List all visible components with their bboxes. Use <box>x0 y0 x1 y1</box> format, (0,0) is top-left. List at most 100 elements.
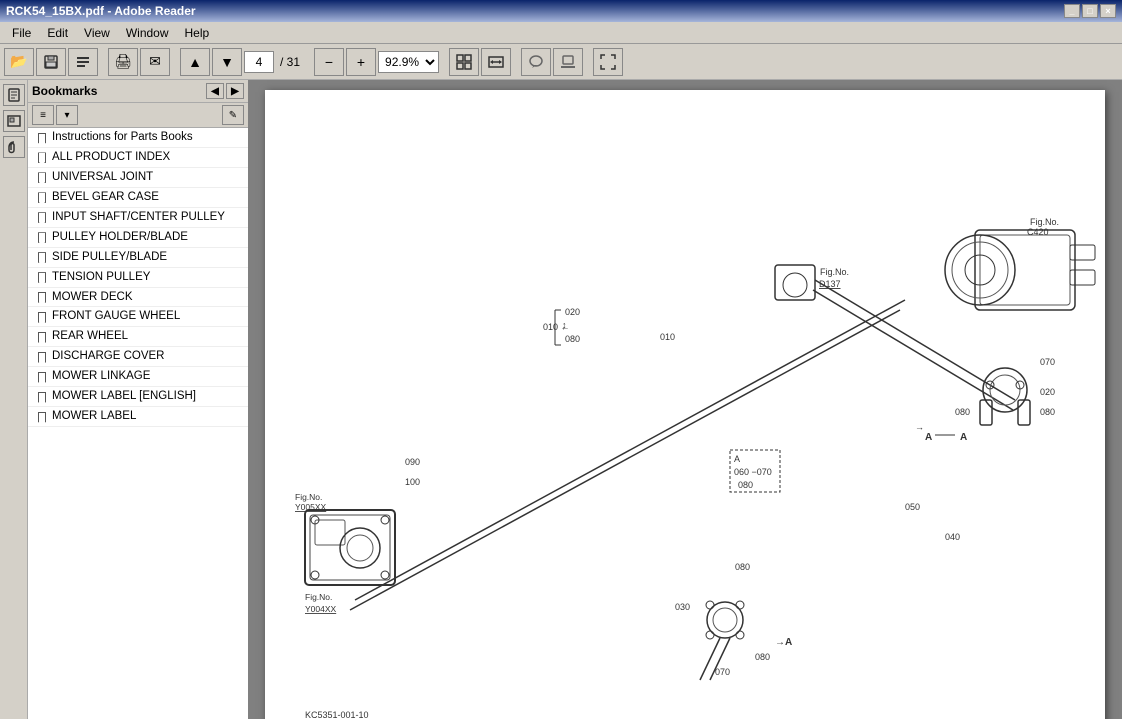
bookmarks-panel: Bookmarks ◀ ▶ ≡ ▾ ✎ Instructions for Par… <box>28 80 248 719</box>
bookmarks-title: Bookmarks <box>32 84 97 98</box>
bookmark-item-mower-label-en[interactable]: MOWER LABEL [ENGLISH] <box>28 387 248 407</box>
window-controls[interactable]: _ □ × <box>1064 4 1116 18</box>
bookmarks-collapse-button[interactable]: ◀ <box>206 83 224 99</box>
fit-width-button[interactable] <box>481 48 511 76</box>
bookmark-icon <box>36 212 48 224</box>
svg-text:→: → <box>915 422 924 432</box>
menu-file[interactable]: File <box>4 24 39 42</box>
bookmark-item-tension-pulley[interactable]: TENSION PULLEY <box>28 268 248 288</box>
fit-page-button[interactable] <box>449 48 479 76</box>
bookmark-item-universal-joint[interactable]: UNIVERSAL JOINT <box>28 168 248 188</box>
pdf-caption-text: KC5351-001-10 <box>305 710 369 719</box>
close-button[interactable]: × <box>1100 4 1116 18</box>
bookmark-icon <box>36 132 48 144</box>
svg-text:050: 050 <box>905 502 920 512</box>
bookmark-icon <box>36 351 48 363</box>
bookmark-item-bevel-gear[interactable]: BEVEL GEAR CASE <box>28 188 248 208</box>
print-button[interactable]: 🖨 <box>108 48 138 76</box>
svg-text:020: 020 <box>565 307 580 317</box>
svg-text:070: 070 <box>715 667 730 677</box>
minimize-button[interactable]: _ <box>1064 4 1080 18</box>
bookmark-icon <box>36 292 48 304</box>
svg-text:Fig.No.: Fig.No. <box>295 492 322 502</box>
svg-text:080: 080 <box>735 562 750 572</box>
pdf-display-area[interactable]: Fig.No. C420 Fig.No. D137 010 020 ↕ 080 <box>248 80 1122 719</box>
save-button[interactable] <box>36 48 66 76</box>
zoom-out-button[interactable]: − <box>314 48 344 76</box>
sidebar-icon-attachments[interactable] <box>3 136 25 158</box>
zoom-select[interactable]: 92.9% 50% 75% 100% 125% <box>378 51 439 73</box>
open-button[interactable]: 📂 <box>4 48 34 76</box>
bookmark-item-front-gauge[interactable]: FRONT GAUGE WHEEL <box>28 307 248 327</box>
svg-text:020: 020 <box>1040 387 1055 397</box>
bookmarks-list: Instructions for Parts Books ALL PRODUCT… <box>28 128 248 719</box>
svg-text:030: 030 <box>675 602 690 612</box>
svg-text:080: 080 <box>1040 407 1055 417</box>
svg-text:010: 010 <box>660 332 675 342</box>
svg-text:A: A <box>925 432 932 443</box>
menu-window[interactable]: Window <box>118 24 177 42</box>
svg-text:080: 080 <box>738 480 753 490</box>
bookmark-item-mower-deck[interactable]: MOWER DECK <box>28 288 248 308</box>
bookmark-icon <box>36 172 48 184</box>
main-area: Bookmarks ◀ ▶ ≡ ▾ ✎ Instructions for Par… <box>0 80 1122 719</box>
page-input[interactable] <box>244 51 274 73</box>
svg-text:080: 080 <box>565 334 580 344</box>
svg-text:C420: C420 <box>1027 227 1049 237</box>
bookmark-icon <box>36 272 48 284</box>
svg-text:Fig.No.: Fig.No. <box>305 592 332 602</box>
svg-text:D137: D137 <box>819 279 841 289</box>
page-total: / 31 <box>276 55 304 69</box>
pdf-page: Fig.No. C420 Fig.No. D137 010 020 ↕ 080 <box>265 90 1105 719</box>
toolbar: 📂 🖨 ✉ ▲ ▼ / 31 − + 92.9% 50% 75% 100% 12… <box>0 44 1122 80</box>
stamp-button[interactable] <box>553 48 583 76</box>
svg-text:100: 100 <box>405 477 420 487</box>
properties-button[interactable] <box>68 48 98 76</box>
bookmarks-dropdown[interactable]: ▾ <box>56 105 78 125</box>
bookmark-item-rear-wheel[interactable]: REAR WHEEL <box>28 327 248 347</box>
svg-text:Fig.No.: Fig.No. <box>820 267 849 277</box>
bookmark-item-side-pulley[interactable]: SIDE PULLEY/BLADE <box>28 248 248 268</box>
svg-text:Fig.No.: Fig.No. <box>1030 217 1059 227</box>
sidebar-icon-bookmarks[interactable] <box>3 84 25 106</box>
menu-help[interactable]: Help <box>177 24 218 42</box>
bookmark-icon <box>36 371 48 383</box>
comment-button[interactable] <box>521 48 551 76</box>
bookmark-icon <box>36 152 48 164</box>
svg-text:060 −070: 060 −070 <box>734 467 772 477</box>
bookmarks-toolbar: ≡ ▾ ✎ <box>28 103 248 128</box>
bookmark-item-mower-label[interactable]: MOWER LABEL <box>28 407 248 427</box>
svg-text:080: 080 <box>755 652 770 662</box>
sidebar-icon-panel <box>0 80 28 719</box>
bookmarks-expand-button[interactable]: ▶ <box>226 83 244 99</box>
bookmarks-list-view[interactable]: ≡ <box>32 105 54 125</box>
fullscreen-button[interactable] <box>593 48 623 76</box>
sidebar-icon-pages[interactable] <box>3 110 25 132</box>
zoom-in-button[interactable]: + <box>346 48 376 76</box>
bookmark-icon <box>36 331 48 343</box>
bookmark-item-discharge-cover[interactable]: DISCHARGE COVER <box>28 347 248 367</box>
bookmark-item-input-shaft[interactable]: INPUT SHAFT/CENTER PULLEY <box>28 208 248 228</box>
bookmarks-header: Bookmarks ◀ ▶ <box>28 80 248 103</box>
bookmark-item-pulley-holder[interactable]: PULLEY HOLDER/BLADE <box>28 228 248 248</box>
bookmark-icon <box>36 192 48 204</box>
next-page-button[interactable]: ▼ <box>212 48 242 76</box>
menu-edit[interactable]: Edit <box>39 24 76 42</box>
prev-page-button[interactable]: ▲ <box>180 48 210 76</box>
bookmark-item-mower-linkage[interactable]: MOWER LINKAGE <box>28 367 248 387</box>
title-text: RCK54_15BX.pdf - Adobe Reader <box>6 4 196 18</box>
svg-text:Y005XX: Y005XX <box>295 502 327 512</box>
maximize-button[interactable]: □ <box>1082 4 1098 18</box>
bookmark-icon <box>36 232 48 244</box>
bookmarks-new[interactable]: ✎ <box>222 105 244 125</box>
svg-text:Y004XX: Y004XX <box>305 604 337 614</box>
email-button[interactable]: ✉ <box>140 48 170 76</box>
bookmark-icon <box>36 311 48 323</box>
svg-text:090: 090 <box>405 457 420 467</box>
bookmark-item-product-index[interactable]: ALL PRODUCT INDEX <box>28 148 248 168</box>
title-bar: RCK54_15BX.pdf - Adobe Reader _ □ × <box>0 0 1122 22</box>
menu-view[interactable]: View <box>76 24 118 42</box>
bookmark-icon <box>36 252 48 264</box>
svg-text:040: 040 <box>945 532 960 542</box>
bookmark-item-instructions[interactable]: Instructions for Parts Books <box>28 128 248 148</box>
